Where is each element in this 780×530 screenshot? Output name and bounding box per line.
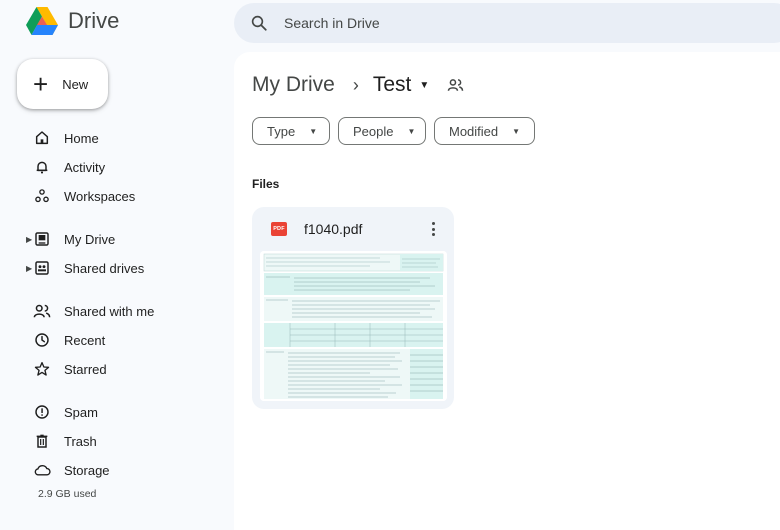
bell-icon bbox=[33, 158, 51, 176]
shared-folder-icon[interactable] bbox=[447, 78, 464, 92]
filter-label: Type bbox=[267, 123, 296, 139]
sidebar-item-label: Spam bbox=[64, 404, 98, 420]
chevron-right-icon: › bbox=[352, 74, 359, 95]
file-thumbnail[interactable] bbox=[260, 251, 447, 401]
cloud-icon bbox=[33, 461, 51, 479]
sidebar-item-label: Recent bbox=[64, 332, 106, 348]
dropdown-arrow-icon[interactable]: ▼ bbox=[419, 80, 429, 91]
file-card[interactable]: PDF f1040.pdf bbox=[252, 207, 454, 409]
sidebar-item-label: Trash bbox=[64, 433, 97, 449]
sidebar-item-shared-drives[interactable]: ▶ Shared drives bbox=[0, 254, 232, 282]
dropdown-arrow-icon: ▼ bbox=[512, 126, 521, 136]
breadcrumb: My Drive › Test ▼ bbox=[252, 70, 464, 100]
sidebar-item-spam[interactable]: Spam bbox=[0, 398, 232, 426]
sidebar-item-my-drive[interactable]: ▶ My Drive bbox=[0, 225, 232, 253]
sidebar-item-home[interactable]: Home bbox=[0, 124, 232, 152]
dropdown-arrow-icon: ▼ bbox=[309, 126, 318, 136]
spam-icon bbox=[33, 403, 51, 421]
sidebar-item-label: My Drive bbox=[64, 231, 116, 247]
trash-icon bbox=[33, 432, 51, 450]
drive-logo-icon bbox=[26, 7, 58, 35]
search-bar[interactable]: Search in Drive bbox=[234, 3, 780, 43]
sidebar-item-label: Shared with me bbox=[64, 303, 155, 319]
section-title-files: Files bbox=[252, 177, 280, 191]
filter-label: People bbox=[353, 123, 394, 139]
sidebar-item-label: Activity bbox=[64, 159, 106, 175]
sidebar-item-trash[interactable]: Trash bbox=[0, 427, 232, 455]
pdf-icon: PDF bbox=[271, 222, 287, 236]
sidebar-item-label: Starred bbox=[64, 361, 107, 377]
sidebar-item-activity[interactable]: Activity bbox=[0, 153, 232, 181]
more-options-icon[interactable] bbox=[426, 219, 440, 239]
sidebar-item-storage[interactable]: Storage bbox=[0, 456, 232, 484]
people-icon bbox=[33, 302, 51, 320]
breadcrumb-current[interactable]: Test bbox=[373, 73, 412, 97]
plus-icon: + bbox=[33, 69, 49, 99]
workspaces-icon bbox=[33, 187, 51, 205]
filter-people[interactable]: People ▼ bbox=[338, 117, 426, 145]
search-input[interactable]: Search in Drive bbox=[284, 15, 380, 31]
drive-logo[interactable]: Drive bbox=[26, 7, 119, 35]
my-drive-icon bbox=[33, 230, 51, 248]
dropdown-arrow-icon: ▼ bbox=[407, 126, 416, 136]
storage-used-text: 2.9 GB used bbox=[38, 488, 97, 500]
new-button-label: New bbox=[62, 76, 89, 92]
breadcrumb-root[interactable]: My Drive bbox=[252, 73, 335, 97]
filter-type[interactable]: Type ▼ bbox=[252, 117, 330, 145]
search-icon[interactable] bbox=[250, 14, 268, 32]
filter-modified[interactable]: Modified ▼ bbox=[434, 117, 535, 145]
sidebar-item-label: Workspaces bbox=[64, 188, 136, 204]
filter-chips: Type ▼ People ▼ Modified ▼ bbox=[252, 117, 535, 145]
shared-drives-icon bbox=[33, 259, 51, 277]
file-card-header: PDF f1040.pdf bbox=[252, 207, 454, 251]
caret-right-icon[interactable]: ▶ bbox=[26, 235, 32, 244]
caret-right-icon[interactable]: ▶ bbox=[26, 264, 32, 273]
new-button[interactable]: + New bbox=[17, 59, 108, 109]
document-preview-image bbox=[260, 251, 447, 401]
sidebar-item-recent[interactable]: Recent bbox=[0, 326, 232, 354]
sidebar-item-starred[interactable]: Starred bbox=[0, 355, 232, 383]
sidebar-item-label: Storage bbox=[64, 462, 110, 478]
home-icon bbox=[33, 129, 51, 147]
star-icon bbox=[33, 360, 51, 378]
sidebar-item-label: Home bbox=[64, 130, 99, 146]
sidebar-item-shared-with-me[interactable]: Shared with me bbox=[0, 297, 232, 325]
sidebar-item-label: Shared drives bbox=[64, 260, 145, 276]
clock-icon bbox=[33, 331, 51, 349]
file-name: f1040.pdf bbox=[304, 221, 363, 237]
app-name: Drive bbox=[68, 8, 120, 33]
sidebar-item-workspaces[interactable]: Workspaces bbox=[0, 182, 232, 210]
filter-label: Modified bbox=[449, 123, 499, 139]
